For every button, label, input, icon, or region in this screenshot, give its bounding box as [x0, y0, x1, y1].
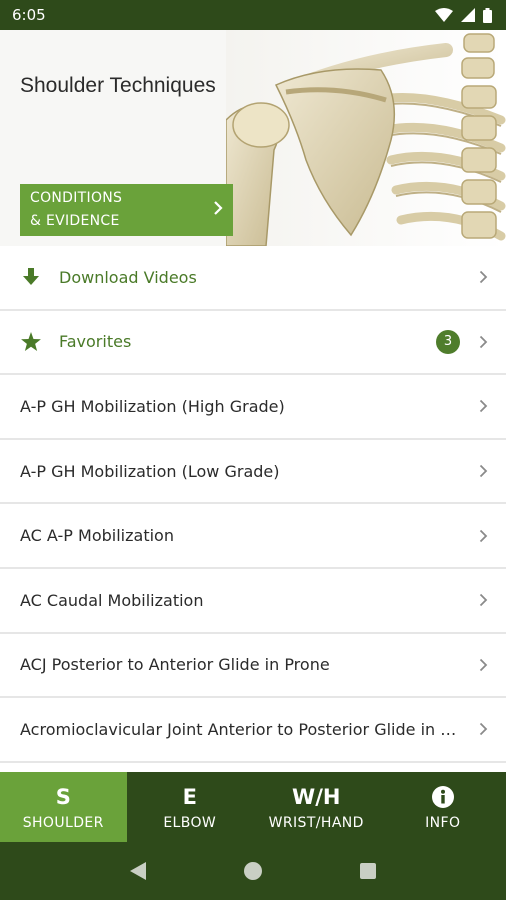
status-icons: [435, 7, 492, 23]
tab-info[interactable]: INFO: [380, 772, 506, 842]
shoulder-skeleton-image: [226, 30, 506, 246]
cell-signal-icon: [461, 8, 475, 22]
tab-wrist-hand-abbr: W/H: [292, 784, 341, 809]
home-circle-icon: [243, 862, 262, 880]
download-videos-row[interactable]: Download Videos: [0, 246, 506, 311]
back-triangle-icon: [129, 862, 146, 880]
tab-elbow-label: ELBOW: [163, 814, 217, 831]
list-item[interactable]: Acromioclavicular Joint Anterior to Post…: [0, 698, 506, 763]
conditions-evidence-label: CONDITIONS & EVIDENCE: [30, 190, 123, 229]
list-item[interactable]: AC Caudal Mobilization: [0, 568, 506, 634]
bottom-tab-bar: S SHOULDER E ELBOW W/H WRIST/HAND INFO: [0, 772, 506, 842]
chevron-right-icon: [474, 399, 488, 413]
chevron-right-icon: [474, 464, 488, 478]
tab-shoulder-label: SHOULDER: [22, 814, 104, 831]
chevron-right-icon: [474, 529, 488, 543]
list-item-label: AC A-P Mobilization: [20, 526, 174, 546]
info-icon: [431, 784, 454, 810]
system-nav-bar: [0, 842, 506, 900]
back-button[interactable]: [118, 851, 158, 891]
recents-button[interactable]: [348, 851, 388, 891]
download-videos-label: Download Videos: [59, 267, 197, 287]
chevron-right-icon: [474, 658, 488, 672]
chevron-right-icon: [474, 593, 488, 607]
wifi-icon: [435, 8, 453, 22]
chevron-right-icon: [474, 335, 488, 349]
recents-square-icon: [360, 863, 377, 879]
tab-elbow[interactable]: E ELBOW: [127, 772, 254, 842]
chevron-right-icon: [474, 722, 488, 736]
page-title: Shoulder Techniques: [20, 74, 216, 97]
list-item-label: Acromioclavicular Joint Anterior to Post…: [20, 719, 474, 739]
list-item-label: ACJ Posterior to Anterior Glide in Prone: [20, 655, 330, 675]
hero-banner: Shoulder Techniques CONDITIONS & EVIDENC…: [0, 30, 506, 246]
conditions-evidence-button[interactable]: CONDITIONS & EVIDENCE: [20, 184, 233, 236]
chevron-right-icon: [474, 270, 488, 284]
download-icon: [20, 268, 42, 286]
star-icon: [20, 332, 42, 352]
tab-shoulder[interactable]: S SHOULDER: [0, 772, 127, 842]
favorites-label: Favorites: [59, 332, 132, 352]
chevron-right-icon: [213, 199, 223, 222]
status-time: 6:05: [12, 6, 46, 24]
favorites-count-badge: 3: [436, 329, 460, 354]
battery-icon: [483, 7, 492, 23]
home-button[interactable]: [233, 851, 273, 891]
status-bar: 6:05: [0, 0, 506, 30]
tab-wrist-hand-label: WRIST/HAND: [268, 814, 364, 831]
tab-info-label: INFO: [425, 814, 461, 831]
list-item-label: AC Caudal Mobilization: [20, 590, 204, 610]
tab-wrist-hand[interactable]: W/H WRIST/HAND: [253, 772, 380, 842]
list-item[interactable]: A-P GH Mobilization (Low Grade): [0, 439, 506, 505]
tab-shoulder-abbr: S: [55, 784, 71, 809]
list-item[interactable]: AC A-P Mobilization: [0, 504, 506, 569]
list-item[interactable]: A-P GH Mobilization (High Grade): [0, 375, 506, 440]
favorites-row[interactable]: Favorites 3: [0, 310, 506, 376]
list-item[interactable]: ACJ Posterior to Anterior Glide in Prone: [0, 633, 506, 699]
tab-elbow-abbr: E: [182, 784, 197, 809]
list-item-label: A-P GH Mobilization (High Grade): [20, 396, 285, 416]
list-item-label: A-P GH Mobilization (Low Grade): [20, 461, 280, 481]
technique-list: Download Videos Favorites 3 A-P GH Mobil…: [0, 246, 506, 772]
